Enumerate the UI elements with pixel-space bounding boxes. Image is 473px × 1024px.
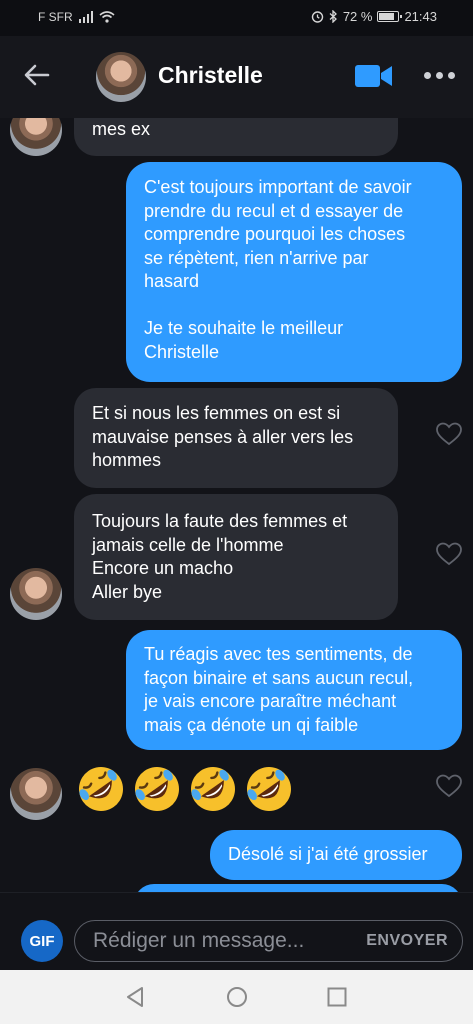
message-list[interactable]: mes ex C'est toujours important de savoi… (0, 118, 473, 892)
message-text: façon binaire et sans aucun recul, (144, 667, 414, 688)
message-text: mais ça dénote un qi faible (144, 714, 359, 735)
message-text: je vais encore paraître méchant (144, 691, 397, 711)
message-text: Tu réagis avec tes sentiments, de (144, 644, 413, 664)
message-outgoing[interactable]: Tu réagis avec tes sentiments, de façon … (126, 630, 462, 750)
message-text: mauvaise penses à aller vers les (92, 426, 354, 447)
message-input-box[interactable]: ENVOYER (74, 920, 463, 962)
battery-percent: 72 % (342, 9, 373, 24)
battery-icon (377, 11, 403, 22)
message-text: Encore un macho (92, 558, 234, 578)
message-text: Et si nous les femmes on est si (92, 403, 341, 423)
video-call-icon[interactable] (355, 64, 393, 88)
message-outgoing-partial[interactable] (134, 884, 462, 892)
message-text: jamais celle de l'homme (92, 534, 284, 555)
rolling-on-floor-laughing-icon (247, 767, 291, 811)
message-text: Aller bye (92, 581, 163, 602)
message-text: hasard (144, 271, 200, 291)
nav-recents-icon[interactable] (326, 986, 348, 1008)
wifi-icon (99, 11, 115, 23)
message-text: Christelle (144, 341, 220, 362)
message-text (144, 294, 444, 318)
clock: 21:43 (404, 9, 437, 24)
rolling-on-floor-laughing-icon (191, 767, 235, 811)
message-incoming[interactable]: Et si nous les femmes on est si mauvaise… (74, 388, 398, 488)
message-input[interactable] (93, 927, 333, 955)
system-nav-bar (0, 970, 473, 1024)
like-heart-icon[interactable] (436, 422, 462, 446)
message-text: Toujours la faute des femmes et (92, 511, 348, 531)
message-text: Désolé si j'ai été grossier (228, 844, 428, 864)
status-bar: F SFR 72 % 21:43 (0, 0, 473, 36)
signal-icon (78, 11, 93, 23)
message-incoming[interactable]: Toujours la faute des femmes et jamais c… (74, 494, 398, 620)
sender-avatar[interactable] (10, 768, 62, 820)
message-text: C'est toujours important de savoir (144, 177, 412, 197)
rolling-on-floor-laughing-icon (135, 767, 179, 811)
more-options-icon[interactable] (424, 72, 455, 79)
sender-avatar[interactable] (10, 568, 62, 620)
gif-button[interactable]: GIF (21, 920, 63, 962)
message-incoming[interactable]: mes ex (74, 118, 398, 156)
carrier-label: F SFR (38, 10, 73, 24)
like-heart-icon[interactable] (436, 542, 462, 566)
nav-back-icon[interactable] (124, 986, 146, 1008)
contact-name[interactable]: Christelle (158, 62, 263, 89)
emoji-message[interactable] (76, 764, 294, 814)
send-button[interactable]: ENVOYER (366, 932, 448, 950)
message-composer: GIF ENVOYER (0, 892, 473, 970)
message-text: mes ex (92, 119, 151, 139)
sender-avatar[interactable] (10, 118, 62, 156)
nav-home-icon[interactable] (226, 986, 248, 1008)
message-text: hommes (92, 450, 162, 470)
message-text: Je te souhaite le meilleur (144, 318, 344, 338)
alarm-icon (311, 11, 324, 23)
message-text: se répètent, rien n'arrive par (144, 247, 369, 268)
message-text: prendre du recul et d essayer de (144, 200, 404, 221)
rolling-on-floor-laughing-icon (79, 767, 123, 811)
like-heart-icon[interactable] (436, 774, 462, 798)
message-text: comprendre pourquoi les choses (144, 224, 406, 244)
chat-header: Christelle (0, 36, 473, 118)
bluetooth-icon (329, 10, 337, 23)
message-outgoing[interactable]: Désolé si j'ai été grossier (210, 830, 462, 880)
message-outgoing[interactable]: C'est toujours important de savoir prend… (126, 162, 462, 382)
back-arrow-icon[interactable] (22, 60, 52, 90)
contact-avatar[interactable] (96, 52, 146, 102)
